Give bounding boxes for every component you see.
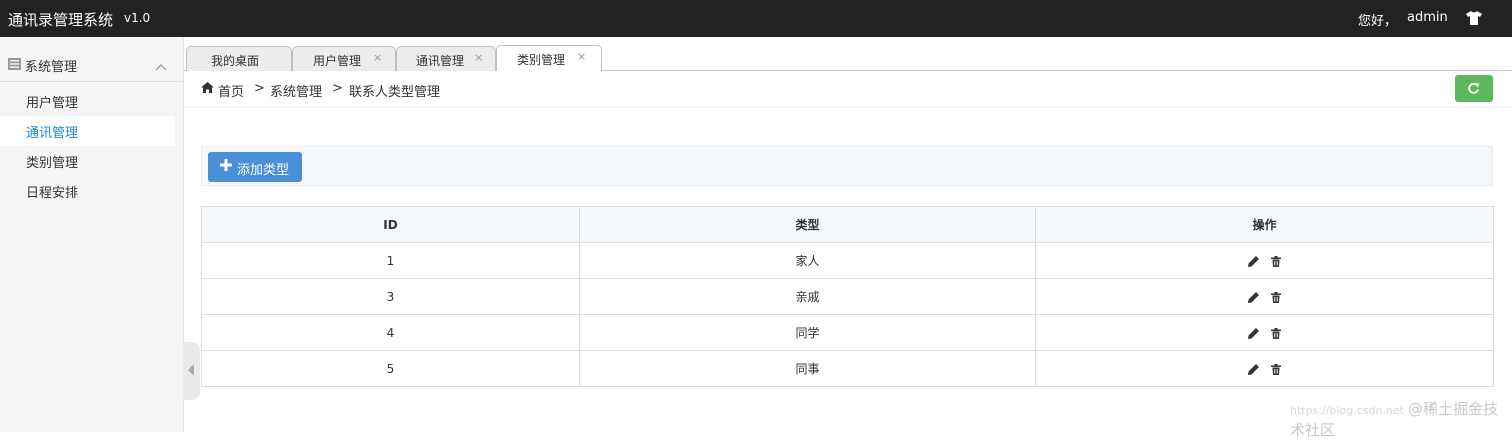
table-row: 4 同学 [201,314,1494,351]
tab-label: 用户管理 [313,54,362,68]
sidebar-item-schedule[interactable]: 日程安排 [0,176,175,206]
chevron-up-icon[interactable] [155,60,167,75]
sidebar-item-label: 日程安排 [26,186,79,201]
sidebar-section-label: 系统管理 [25,60,78,75]
cell-id: 5 [201,350,580,387]
sidebar-item-categories[interactable]: 类别管理 [0,146,175,176]
tab-label: 通讯管理 [416,54,465,68]
table-row: 3 亲戚 [201,278,1494,315]
greeting-text: 您好， [1358,14,1398,29]
cell-actions [1035,314,1494,351]
cell-type: 家人 [579,242,1036,279]
column-header-id: ID [201,206,580,243]
breadcrumb-separator: > [332,81,343,96]
tab-bar: 我的桌面 用户管理 × 通讯管理 × 类别管理 × [184,37,1512,71]
top-bar: 通讯录管理系统 v1.0 您好， admin [0,0,1512,37]
tab-desktop[interactable]: 我的桌面 [186,46,292,71]
cell-actions [1035,278,1494,315]
table-row: 1 家人 [201,242,1494,279]
breadcrumb-level1[interactable]: 系统管理 [270,81,322,100]
sidebar-item-label: 类别管理 [26,156,79,171]
breadcrumb-current: 联系人类型管理 [349,85,441,100]
breadcrumb: 首页 > 系统管理 > 联系人类型管理 [184,71,1512,108]
delete-icon[interactable] [1270,327,1281,339]
sidebar-item-label: 通讯管理 [26,126,79,141]
add-type-button[interactable]: 添加类型 [208,152,302,182]
column-header-actions: 操作 [1035,206,1494,243]
sidebar-collapse-handle[interactable] [183,342,200,400]
tab-categories[interactable]: 类别管理 × [496,45,602,71]
type-table: ID 类型 操作 1 家人 3 亲戚 4 同学 5 同事 [201,206,1494,387]
breadcrumb-home[interactable]: 首页 [218,81,244,100]
sidebar-item-contacts[interactable]: 通讯管理 [0,116,175,146]
sidebar-item-label: 用户管理 [26,96,79,111]
tab-contacts[interactable]: 通讯管理 × [396,46,496,71]
tab-users[interactable]: 用户管理 × [292,46,396,71]
delete-icon[interactable] [1270,363,1281,375]
refresh-button[interactable] [1455,75,1493,102]
tab-label: 类别管理 [517,53,566,67]
plus-icon [220,159,232,175]
tab-label: 我的桌面 [211,54,260,68]
refresh-icon [1468,82,1479,94]
home-icon[interactable] [201,82,214,97]
sidebar: 系统管理 用户管理 通讯管理 类别管理 日程安排 [0,37,184,432]
delete-icon[interactable] [1270,255,1281,267]
add-type-label: 添加类型 [237,163,290,178]
edit-icon[interactable] [1248,327,1260,339]
app-title: 通讯录管理系统 [8,11,114,29]
watermark: https://blog.csdn.net @稀土掘金技术社区 [1290,398,1512,440]
sidebar-item-users[interactable]: 用户管理 [0,86,175,116]
chevron-left-icon [188,364,194,376]
cell-type: 同事 [579,350,1036,387]
cell-id: 3 [201,278,580,315]
edit-icon[interactable] [1248,255,1260,267]
delete-icon[interactable] [1270,291,1281,303]
cell-type: 亲戚 [579,278,1036,315]
edit-icon[interactable] [1248,291,1260,303]
edit-icon[interactable] [1248,363,1260,375]
shirt-icon[interactable] [1466,11,1482,29]
table-row: 5 同事 [201,350,1494,387]
tab-close-button[interactable]: × [474,51,483,64]
cell-actions [1035,242,1494,279]
username-link[interactable]: admin [1407,10,1448,25]
watermark-url: https://blog.csdn.net [1290,404,1404,417]
cell-actions [1035,350,1494,387]
sidebar-section-system[interactable]: 系统管理 [0,50,183,82]
tab-close-button[interactable]: × [577,50,586,63]
tab-close-button[interactable]: × [373,51,382,64]
cell-id: 4 [201,314,580,351]
app-version: v1.0 [124,11,151,25]
breadcrumb-separator: > [254,81,265,96]
cell-type: 同学 [579,314,1036,351]
column-header-type: 类型 [579,206,1036,243]
action-bar: 添加类型 [201,146,1493,186]
list-icon [8,58,21,74]
table-header-row: ID 类型 操作 [201,206,1494,243]
cell-id: 1 [201,242,580,279]
